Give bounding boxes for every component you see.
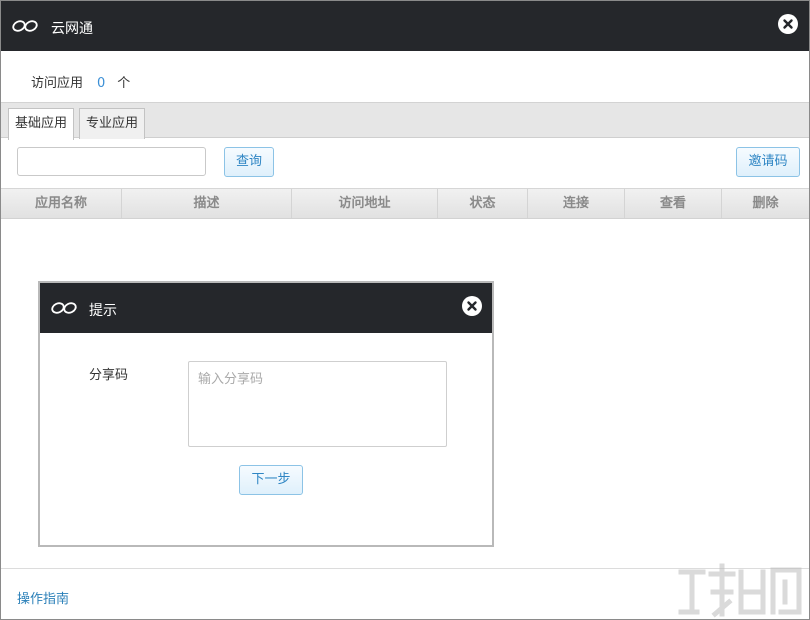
column-header-address[interactable]: 访问地址	[292, 189, 438, 218]
app-title: 云网通	[51, 21, 93, 37]
table-header: 应用名称 描述 访问地址 状态 连接 查看 删除	[1, 188, 809, 219]
column-header-view[interactable]: 查看	[625, 189, 722, 218]
search-input[interactable]	[17, 147, 206, 176]
visit-count: 0	[97, 76, 106, 91]
title-bar: 云网通	[1, 1, 809, 51]
invite-code-button[interactable]: 邀请码	[736, 147, 800, 177]
visit-summary: 访问应用 0 个	[31, 72, 130, 91]
tab-basic-apps[interactable]: 基础应用	[8, 108, 75, 140]
close-window-button[interactable]	[778, 14, 798, 34]
dialog-title: 提示	[89, 303, 117, 319]
column-header-description[interactable]: 描述	[122, 189, 292, 218]
visit-count-unit: 个	[117, 76, 131, 91]
column-header-delete[interactable]: 删除	[722, 189, 809, 218]
dialog-title-bar: 提示	[40, 283, 492, 333]
share-code-label: 分享码	[89, 368, 129, 383]
query-button[interactable]: 查询	[224, 147, 274, 177]
share-code-input[interactable]	[188, 361, 447, 447]
close-icon	[467, 301, 477, 311]
watermark-logo	[678, 563, 802, 618]
tab-bar: 基础应用 专业应用	[1, 102, 809, 140]
next-step-button[interactable]: 下一步	[239, 465, 303, 495]
visit-summary-label: 访问应用	[31, 76, 84, 91]
main-window: 云网通 访问应用 0 个 基础应用 专业应用 查询 邀请码 应用名称 描述 访问地址…	[0, 0, 810, 620]
column-header-connect[interactable]: 连接	[528, 189, 625, 218]
close-icon	[783, 19, 793, 29]
tab-pro-apps[interactable]: 专业应用	[79, 108, 146, 139]
column-header-status[interactable]: 状态	[438, 189, 528, 218]
dialog-logo-icon	[51, 302, 77, 314]
app-logo-icon	[12, 20, 38, 32]
column-header-app-name[interactable]: 应用名称	[1, 189, 122, 218]
dialog-close-button[interactable]	[462, 296, 482, 316]
share-code-dialog: 提示 分享码 下一步	[38, 281, 494, 547]
operation-guide-link[interactable]: 操作指南	[17, 588, 69, 607]
